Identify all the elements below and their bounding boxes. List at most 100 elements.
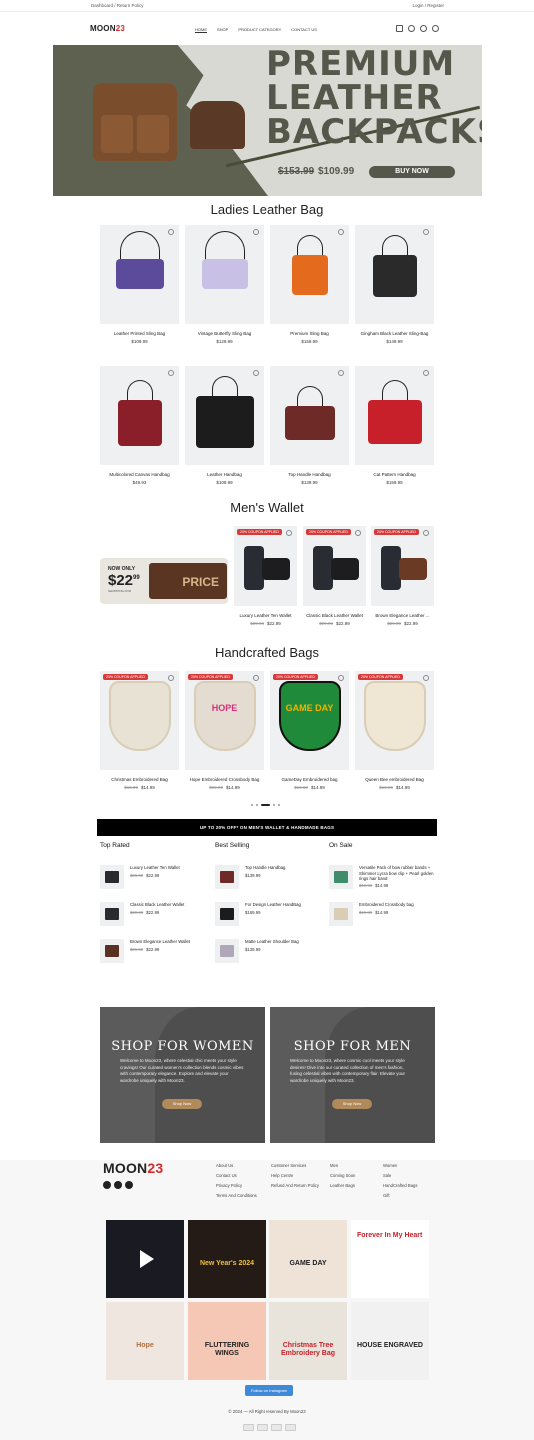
handcrafted-name[interactable]: GameDay Embroidered bag xyxy=(270,777,349,782)
shop-women-button[interactable]: Shop Now xyxy=(162,1099,202,1109)
product-name[interactable]: Vintage Butterfly Sling Bag xyxy=(185,331,264,336)
product-card[interactable]: Cat Pattern Handbag $159.99 xyxy=(355,366,434,485)
list-item[interactable]: For Design Leather HandBag $169.99 xyxy=(215,902,325,932)
wallet-image[interactable]: 20% COUPON APPLIED xyxy=(371,526,434,606)
list-item-name[interactable]: Brown Elegance Leather Wallet xyxy=(130,939,210,945)
product-image[interactable] xyxy=(100,225,179,324)
product-card[interactable]: Leather Handbag $109.99 xyxy=(185,366,264,485)
product-image[interactable] xyxy=(185,225,264,324)
wallet-image[interactable]: 20% COUPON APPLIED xyxy=(303,526,366,606)
instagram-post[interactable] xyxy=(106,1220,184,1298)
buy-now-button[interactable]: BUY NOW xyxy=(369,166,455,178)
wallet-card[interactable]: 20% COUPON APPLIED Classic Black Leather … xyxy=(303,526,366,626)
carousel-dot[interactable] xyxy=(251,804,253,806)
youtube-icon[interactable] xyxy=(125,1181,133,1189)
carousel-dot[interactable] xyxy=(278,804,280,806)
play-icon[interactable] xyxy=(140,1250,154,1268)
nav-home[interactable]: HOME xyxy=(195,27,207,33)
footer-link[interactable]: Sale xyxy=(383,1173,391,1178)
wishlist-heart-icon[interactable] xyxy=(253,675,259,681)
footer-link[interactable]: Women xyxy=(383,1163,397,1168)
instagram-post[interactable]: GAME DAY xyxy=(269,1220,347,1298)
nav-product-category[interactable]: PRODUCT CATEGORY xyxy=(238,27,281,33)
list-item[interactable]: Top Handle Handbag $139.99 xyxy=(215,865,325,895)
list-thumb[interactable] xyxy=(100,865,124,889)
wallet-card[interactable]: 20% COUPON APPLIED Luxury Leather Ten Wal… xyxy=(234,526,297,626)
handcrafted-name[interactable]: Christmas Embroidered Bag xyxy=(100,777,179,782)
list-thumb[interactable] xyxy=(329,902,353,926)
handcrafted-image[interactable]: 20% COUPON APPLIED xyxy=(100,671,179,770)
footer-link[interactable]: Men xyxy=(330,1163,338,1168)
list-item[interactable]: Luxury Leather Ten Wallet $29.99 $22.99 xyxy=(100,865,210,895)
list-thumb[interactable] xyxy=(100,939,124,963)
instagram-post[interactable]: FLUTTERING WINGS xyxy=(188,1302,266,1380)
product-card[interactable]: Leather Printed Sling Bag $109.99 xyxy=(100,225,179,344)
list-item-name[interactable]: Matte Leather Shoulder Bag xyxy=(245,939,325,945)
hero-banner[interactable]: PREMIUM LEATHER BACKPACKS $153.99 $109.99 … xyxy=(53,45,482,196)
wishlist-heart-icon[interactable] xyxy=(253,370,259,376)
wishlist-heart-icon[interactable] xyxy=(168,229,174,235)
compare-icon[interactable] xyxy=(420,25,427,32)
footer-link[interactable]: Help Centre xyxy=(271,1173,293,1178)
footer-logo[interactable]: MOON23 xyxy=(103,1160,163,1176)
wishlist-heart-icon[interactable] xyxy=(338,675,344,681)
list-item-name[interactable]: For Design Leather HandBag xyxy=(245,902,325,908)
heart-icon[interactable] xyxy=(408,25,415,32)
product-image[interactable] xyxy=(270,225,349,324)
product-image[interactable] xyxy=(185,366,264,465)
wishlist-heart-icon[interactable] xyxy=(286,530,292,536)
list-item[interactable]: Versatile Pack of bow rubber bands + Shi… xyxy=(329,865,439,895)
dashboard-return-link[interactable]: Dashboard / Return Policy xyxy=(91,3,144,8)
nav-shop[interactable]: SHOP xyxy=(217,27,228,33)
product-image[interactable] xyxy=(355,225,434,324)
shop-men-card[interactable]: SHOP FOR MEN Welcome to Moon23, where co… xyxy=(270,1007,435,1143)
wishlist-heart-icon[interactable] xyxy=(423,370,429,376)
instagram-post[interactable]: Christmas Tree Embroidery Bag xyxy=(269,1302,347,1380)
instagram-post[interactable]: Hope xyxy=(106,1302,184,1380)
shop-men-button[interactable]: Shop Now xyxy=(332,1099,372,1109)
list-thumb[interactable] xyxy=(215,902,239,926)
wishlist-heart-icon[interactable] xyxy=(423,530,429,536)
carousel-dot[interactable] xyxy=(273,804,275,806)
product-image[interactable] xyxy=(355,366,434,465)
footer-link[interactable]: About Us xyxy=(216,1163,233,1168)
product-name[interactable]: Leather Handbag xyxy=(185,472,264,477)
product-image[interactable] xyxy=(100,366,179,465)
facebook-icon[interactable] xyxy=(103,1181,111,1189)
wishlist-heart-icon[interactable] xyxy=(168,370,174,376)
footer-link[interactable]: Terms And Conditions xyxy=(216,1193,257,1198)
product-name[interactable]: Premium Sling Bag xyxy=(270,331,349,336)
product-name[interactable]: Cat Pattern Handbag xyxy=(355,472,434,477)
wishlist-heart-icon[interactable] xyxy=(253,229,259,235)
list-thumb[interactable] xyxy=(329,865,353,889)
product-image[interactable] xyxy=(270,366,349,465)
list-item-name[interactable]: Top Handle Handbag xyxy=(245,865,325,871)
footer-link[interactable]: Coming Soon xyxy=(330,1173,355,1178)
product-name[interactable]: Leather Printed Sling Bag xyxy=(100,331,179,336)
wallet-image[interactable]: 20% COUPON APPLIED xyxy=(234,526,297,606)
instagram-icon[interactable] xyxy=(114,1181,122,1189)
shop-women-card[interactable]: SHOP FOR WOMEN Welcome to Moon23, where … xyxy=(100,1007,265,1143)
list-thumb[interactable] xyxy=(215,939,239,963)
list-item-name[interactable]: Embroidered Crossbody bag xyxy=(359,902,439,908)
list-item[interactable]: Classic Black Leather Wallet $29.99 $22.99 xyxy=(100,902,210,932)
footer-link[interactable]: Gift xyxy=(383,1193,390,1198)
instagram-post[interactable]: New Year's 2024 xyxy=(188,1220,266,1298)
footer-link[interactable]: Contact Us xyxy=(216,1173,237,1178)
instagram-post[interactable]: HOUSE ENGRAVED xyxy=(351,1302,429,1380)
carousel-dot-active[interactable] xyxy=(261,804,270,806)
wallet-name[interactable]: Classic Black Leather Wallet xyxy=(303,613,366,618)
cart-icon[interactable] xyxy=(396,25,403,32)
search-icon[interactable] xyxy=(432,25,439,32)
footer-link[interactable]: Leather Bags xyxy=(330,1183,355,1188)
handcrafted-image[interactable]: HOPE 20% COUPON APPLIED xyxy=(185,671,264,770)
wishlist-heart-icon[interactable] xyxy=(355,530,361,536)
handcrafted-image[interactable]: GAME DAY 20% COUPON APPLIED xyxy=(270,671,349,770)
footer-link[interactable]: HandCrafted Bags xyxy=(383,1183,417,1188)
product-name[interactable]: Gingham Black Leather Sling-Bag xyxy=(355,331,434,336)
instagram-post[interactable]: Forever In My Heart xyxy=(351,1220,429,1298)
wishlist-heart-icon[interactable] xyxy=(338,229,344,235)
footer-link[interactable]: Customer Services xyxy=(271,1163,306,1168)
wallet-name[interactable]: Brown Elegance Leather ... xyxy=(371,613,434,618)
product-card[interactable]: Multicolored Canvas Handbag $49.93 xyxy=(100,366,179,485)
